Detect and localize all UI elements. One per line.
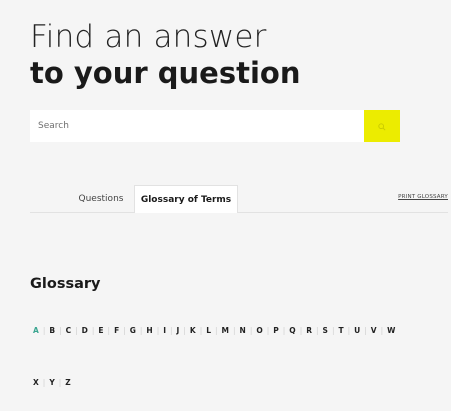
- letter-separator: |: [299, 325, 303, 335]
- glossary-letter-m[interactable]: M: [222, 326, 229, 335]
- print-glossary-link[interactable]: PRINT GLOSSARY: [398, 194, 448, 200]
- letter-separator: |: [59, 325, 62, 335]
- letter-separator: |: [183, 325, 186, 335]
- letter-separator: |: [156, 325, 160, 335]
- tab-glossary-of-terms[interactable]: Glossary of Terms: [134, 185, 238, 213]
- letter-separator: |: [233, 325, 236, 335]
- letter-separator: |: [380, 325, 384, 335]
- tab-bar: Questions Glossary of Terms PRINT GLOSSA…: [30, 185, 448, 213]
- letter-separator: |: [75, 325, 78, 335]
- faq-page: Find an answer to your question Question…: [0, 0, 451, 411]
- letter-separator: |: [266, 325, 270, 335]
- page-title-line2: to your question: [30, 56, 301, 90]
- letter-separator: |: [282, 325, 286, 335]
- letter-separator: |: [123, 325, 126, 335]
- letter-separator: |: [347, 325, 351, 335]
- letter-separator: |: [249, 325, 253, 335]
- letter-separator: |: [139, 325, 143, 335]
- letter-separator: |: [91, 325, 95, 335]
- search-input[interactable]: [30, 110, 364, 142]
- alphabet-row-1: A | B | C | D | E | F | G | H | I | J | K | L | M | N | O | P | Q | R | S | T |…: [33, 323, 395, 337]
- letter-separator: |: [215, 325, 218, 335]
- glossary-heading: Glossary: [30, 276, 101, 292]
- letter-separator: |: [58, 377, 62, 387]
- tab-questions[interactable]: Questions: [70, 185, 132, 212]
- glossary-letter-w[interactable]: W: [387, 326, 395, 335]
- search-bar: [30, 110, 400, 142]
- letter-separator: |: [316, 325, 319, 335]
- glossary-letter-z[interactable]: Z: [65, 378, 70, 387]
- letter-separator: |: [107, 325, 111, 335]
- alphabet-row-2: X | Y | Z: [33, 375, 71, 389]
- search-button[interactable]: [364, 110, 400, 142]
- search-icon: [378, 119, 386, 134]
- page-title-line1: Find an answer: [30, 19, 267, 55]
- letter-separator: |: [199, 325, 203, 335]
- letter-separator: |: [170, 325, 173, 335]
- letter-separator: |: [331, 325, 335, 335]
- letter-separator: |: [42, 377, 46, 387]
- letter-separator: |: [364, 325, 367, 335]
- letter-separator: |: [42, 325, 46, 335]
